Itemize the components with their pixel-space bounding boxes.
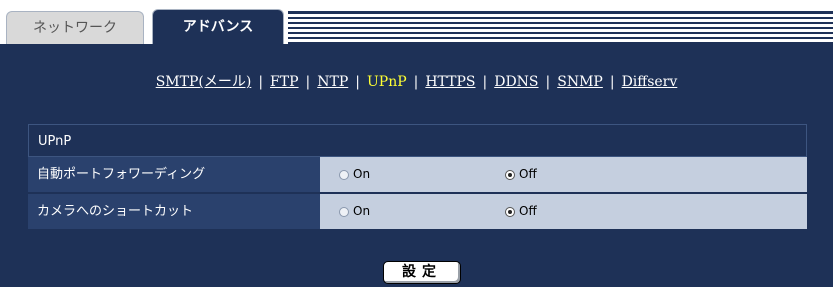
camera-shortcut-on-radio[interactable]: On	[339, 194, 370, 229]
settings-row-camera-shortcut: カメラへのショートカット On Off	[28, 194, 807, 231]
row-label: カメラへのショートカット	[28, 194, 320, 229]
radio-label: Off	[519, 204, 537, 218]
nav-separator: |	[545, 74, 551, 90]
nav-separator: |	[305, 74, 311, 90]
tab-advanced[interactable]: アドバンス	[152, 9, 284, 44]
nav-separator: |	[258, 74, 264, 90]
auto-port-forwarding-off-radio[interactable]: Off	[505, 157, 537, 192]
radio-label: Off	[519, 167, 537, 181]
row-value: On Off	[320, 157, 807, 192]
section-header: UPnP	[28, 124, 807, 157]
tab-bar: ネットワーク アドバンス	[0, 0, 833, 45]
nav-link-smtp[interactable]: SMTP(メール)	[156, 74, 252, 90]
camera-shortcut-off-radio[interactable]: Off	[505, 194, 537, 229]
radio-label: On	[353, 204, 371, 218]
nav-link-ftp[interactable]: FTP	[270, 74, 298, 90]
radio-unchecked-icon	[339, 169, 349, 180]
nav-separator: |	[413, 74, 419, 90]
nav-link-ntp[interactable]: NTP	[317, 74, 348, 90]
set-button[interactable]: 設定	[383, 261, 461, 284]
nav-link-ddns[interactable]: DDNS	[494, 74, 538, 90]
settings-row-auto-port-forwarding: 自動ポートフォワーディング On Off	[28, 157, 807, 194]
advanced-nav: SMTP(メール) | FTP | NTP | UPnP | HTTPS | DDNS | SNMP | D…	[0, 71, 833, 91]
radio-checked-icon	[505, 206, 515, 217]
tab-bar-stripes	[288, 11, 833, 45]
radio-checked-icon	[505, 169, 515, 180]
radio-label: On	[353, 167, 371, 181]
radio-unchecked-icon	[339, 206, 349, 217]
upnp-settings-panel: UPnP 自動ポートフォワーディング On Off カメラへのショートカット O…	[28, 124, 807, 231]
nav-link-https[interactable]: HTTPS	[425, 74, 475, 90]
nav-separator: |	[609, 74, 615, 90]
nav-separator: |	[355, 74, 360, 90]
row-label: 自動ポートフォワーディング	[28, 157, 320, 192]
row-value: On Off	[320, 194, 807, 229]
nav-link-snmp[interactable]: SNMP	[557, 74, 603, 90]
tab-network[interactable]: ネットワーク	[6, 11, 144, 44]
nav-separator: |	[482, 74, 488, 90]
nav-link-diffserv[interactable]: Diffserv	[622, 74, 678, 90]
auto-port-forwarding-on-radio[interactable]: On	[339, 157, 370, 192]
nav-link-upnp[interactable]: UPnP	[367, 74, 407, 90]
